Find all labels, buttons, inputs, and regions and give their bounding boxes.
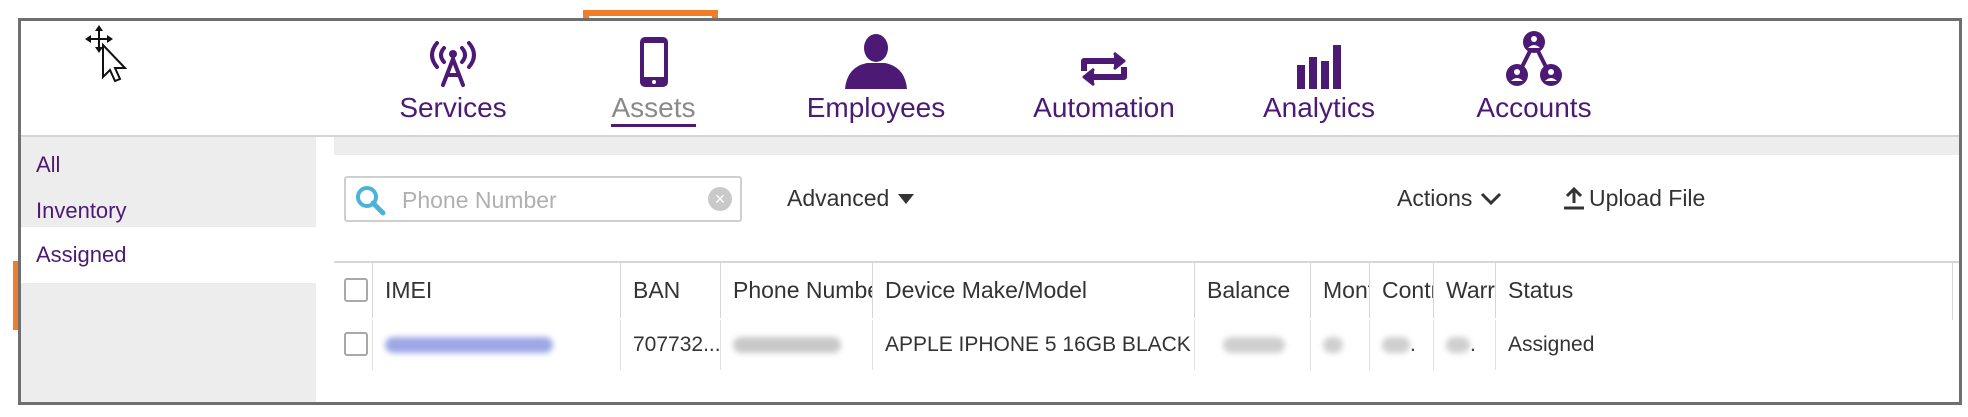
actions-dropdown[interactable]: Actions	[1397, 185, 1502, 212]
bar-chart-icon	[1297, 45, 1341, 89]
search-icon	[356, 186, 386, 216]
phone-number-search-input[interactable]	[400, 184, 704, 216]
actions-label: Actions	[1397, 185, 1473, 211]
app-window: Services Assets Employees Automation Ana…	[18, 18, 1962, 405]
account-network-icon	[1506, 31, 1562, 86]
redacted-monthly	[1323, 337, 1343, 354]
swap-arrows-icon	[1081, 51, 1127, 87]
column-header-contract[interactable]: Contr	[1369, 263, 1433, 318]
assets-panel: × Advanced Actions Upload File	[334, 155, 1959, 402]
antenna-icon	[430, 41, 476, 87]
column-header-phone-number[interactable]: Phone Number	[720, 263, 872, 318]
column-header-balance[interactable]: Balance	[1194, 263, 1310, 318]
contract-dot: .	[1410, 333, 1416, 356]
header-edge	[1952, 263, 1959, 320]
column-header-monthly[interactable]: Mont	[1310, 263, 1369, 318]
nav-accounts-label: Accounts	[1476, 92, 1592, 123]
top-navigation: Services Assets Employees Automation Ana…	[21, 21, 1959, 137]
cell-device-make-model: APPLE IPHONE 5 16GB BLACK LTE	[872, 320, 1194, 370]
cell-balance	[1194, 320, 1310, 370]
sidebar-item-all[interactable]: All	[36, 152, 60, 178]
nav-assets-label: Assets	[611, 93, 696, 127]
cell-ban: 707732...	[620, 320, 720, 370]
search-box: ×	[344, 176, 742, 222]
advanced-filter-dropdown[interactable]: Advanced	[787, 185, 915, 212]
cell-status: Assigned	[1495, 320, 1620, 370]
redacted-imei	[385, 337, 553, 354]
nav-services-label: Services	[399, 92, 507, 123]
redacted-balance	[1223, 337, 1285, 354]
nav-employees[interactable]: Employees	[801, 21, 951, 135]
table-header: IMEI BAN Phone Number Device Make/Model …	[334, 261, 1959, 322]
sidebar: All Inventory Assigned	[21, 137, 316, 402]
upload-icon	[1564, 186, 1584, 209]
sidebar-item-assigned[interactable]: Assigned	[21, 227, 316, 283]
redacted-warranty	[1446, 337, 1470, 354]
nav-employees-label: Employees	[806, 92, 946, 123]
main-content: × Advanced Actions Upload File	[334, 137, 1959, 402]
nav-automation[interactable]: Automation	[1024, 21, 1184, 135]
nav-automation-label: Automation	[1033, 92, 1175, 123]
table-row[interactable]: 707732... APPLE IPHONE 5 16GB BLACK LTE …	[334, 320, 1959, 370]
move-cursor-icon	[85, 25, 127, 83]
nav-analytics-label: Analytics	[1262, 92, 1376, 123]
person-icon	[845, 34, 907, 89]
column-header-imei[interactable]: IMEI	[372, 263, 620, 318]
warranty-dot: .	[1470, 333, 1476, 356]
upload-file-button[interactable]: Upload File	[1563, 185, 1705, 212]
redacted-contract	[1382, 337, 1410, 354]
cell-monthly	[1310, 320, 1369, 370]
cell-contract: .	[1369, 320, 1433, 370]
column-header-warranty[interactable]: Warra	[1433, 263, 1495, 318]
upload-file-label: Upload File	[1589, 185, 1706, 211]
nav-analytics[interactable]: Analytics	[1254, 21, 1384, 135]
sidebar-item-inventory[interactable]: Inventory	[36, 198, 127, 224]
cell-imei	[372, 320, 620, 370]
column-header-status[interactable]: Status	[1495, 263, 1620, 318]
redacted-phone-number	[733, 337, 841, 354]
row-checkbox[interactable]	[344, 332, 368, 356]
cell-warranty: .	[1433, 320, 1495, 370]
cell-phone-number	[720, 320, 872, 370]
chevron-down-icon	[1481, 192, 1502, 205]
advanced-filter-label: Advanced	[787, 185, 890, 211]
mobile-phone-icon	[639, 37, 668, 87]
column-header-ban[interactable]: BAN	[620, 263, 720, 318]
select-all-checkbox[interactable]	[344, 278, 368, 302]
nav-assets[interactable]: Assets	[601, 21, 706, 135]
nav-services[interactable]: Services	[378, 21, 528, 135]
assets-table: IMEI BAN Phone Number Device Make/Model …	[334, 261, 1959, 370]
nav-accounts[interactable]: Accounts	[1464, 21, 1604, 135]
caret-down-icon	[898, 193, 915, 204]
clear-search-icon[interactable]: ×	[708, 187, 732, 211]
column-header-device-make-model[interactable]: Device Make/Model	[872, 263, 1194, 318]
